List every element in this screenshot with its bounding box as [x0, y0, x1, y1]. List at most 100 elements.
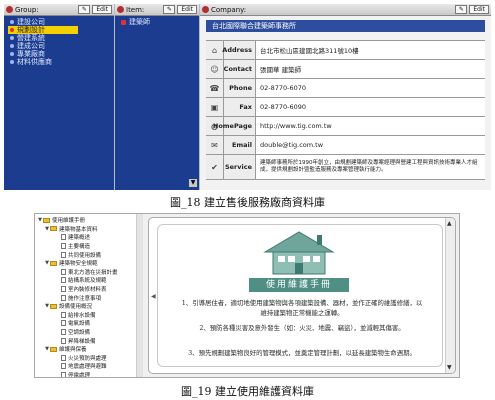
manual-tree: ▼ 使用維護手冊 ▼ 建築物基本資料 建築概述主要構造 共同使用設備 ▼ 建築物安全規範 東北方…: [35, 214, 143, 377]
tree-node[interactable]: ▼ 設備使用概況: [37, 302, 142, 311]
tree-node-label: 室內裝修材料表: [68, 287, 107, 294]
company-field-row: ⌂ Address 台北市松山區建國北路311號10樓: [206, 41, 485, 60]
group-list-item[interactable]: 規劃設計: [8, 26, 78, 34]
company-database-window: Group: ✎ Edit 建設公司 規劃設計 營建系統 建成公司 專業廠商 材料供應商 …: [4, 4, 491, 190]
document-icon: [61, 286, 66, 293]
document-icon: [61, 268, 66, 275]
group-list-item-label: 建成公司: [17, 42, 45, 50]
tree-node-label: 建築物安全規範: [59, 261, 98, 268]
tree-node[interactable]: 結構系統及規範: [37, 276, 142, 285]
folder-icon: [50, 346, 57, 352]
bullet-icon: [10, 60, 14, 64]
field-label: Contact: [224, 60, 256, 78]
item-list: 建築師: [115, 16, 199, 26]
tree-node[interactable]: 建築概述: [37, 233, 142, 242]
field-value[interactable]: 02-8770-6090: [256, 98, 485, 116]
document-icon: [61, 251, 66, 258]
tree-node[interactable]: ▼ 維護與保養: [37, 345, 142, 354]
field-value[interactable]: double@tig.com.tw: [256, 136, 485, 154]
tree-node-label: 東北方潛在災損計畫: [68, 269, 118, 276]
tree-node[interactable]: 共同使用設備: [37, 250, 142, 259]
item-list-item[interactable]: 建築師: [121, 18, 199, 26]
tree-node[interactable]: 室內裝修材料表: [37, 285, 142, 294]
document-icon: [61, 277, 66, 284]
manual-paragraph-1: 1、引導居住者，適切地使用建築物與各項建築設備、器材，並作正確的維護修繕，以維持…: [181, 299, 423, 317]
item-pane: Item: ✎ Edit 建築師 ▼: [115, 4, 199, 190]
field-value[interactable]: 台北市松山區建國北路311號10樓: [256, 41, 485, 59]
tree-node[interactable]: 地震處理與避難: [37, 362, 142, 371]
field-label: HomePage: [213, 117, 256, 135]
group-list-item-label: 材料供應商: [17, 58, 52, 66]
tree-node-label: 昇降梯設備: [68, 338, 96, 345]
scroll-down-arrow-icon[interactable]: ▼: [447, 364, 452, 371]
tree-node[interactable]: 給排水設備: [37, 311, 142, 320]
group-list-item[interactable]: 專業廠商: [10, 50, 114, 58]
bullet-icon: [10, 28, 14, 32]
document-icon: [61, 234, 66, 241]
group-list-item[interactable]: 建成公司: [10, 42, 114, 50]
document-icon: [61, 363, 66, 370]
field-label: Fax: [224, 98, 256, 116]
manual-paragraph-2: 2、預防各種災害及意外發生（如：火災、地震、竊盜），並減輕其傷害。: [199, 324, 405, 332]
scroll-down-arrow-icon[interactable]: ▼: [189, 179, 197, 187]
handbook-title: 使用維護手冊: [249, 278, 349, 292]
tree-node[interactable]: 主要構造: [37, 242, 142, 251]
group-header-label: Group:: [15, 5, 39, 14]
company-edit-button[interactable]: Edit: [469, 5, 489, 14]
tree-node-label: 主要構造: [68, 244, 91, 251]
tree-node-label: 結構系統及規範: [68, 278, 107, 285]
app-icon: [6, 6, 13, 13]
group-edit-button[interactable]: Edit: [92, 5, 112, 14]
manual-paragraph-3: 3、預先規劃建築物良好的管理模式，並奠定管理計劃，以延長建築物生命週期。: [188, 349, 416, 357]
field-value[interactable]: 張國華 建築師: [256, 60, 485, 78]
bullet-icon: [10, 20, 14, 24]
house-icon: ⌂: [206, 41, 224, 59]
tree-node[interactable]: 東北方潛在災損計畫: [37, 268, 142, 277]
tree-scrollbar[interactable]: [136, 214, 143, 377]
collapse-arrow-icon[interactable]: ◀: [151, 293, 156, 300]
document-icon: [61, 294, 66, 301]
tree-node[interactable]: ▼ 建築物基本資料: [37, 225, 142, 234]
tree-node[interactable]: 火災預防與處理: [37, 354, 142, 363]
company-pane-header: Company: ✎ Edit: [200, 4, 491, 16]
tree-node[interactable]: 電氣設備: [37, 319, 142, 328]
field-value[interactable]: 02-8770-6070: [256, 79, 485, 97]
tree-node-label: 火災預防與處理: [68, 355, 107, 362]
content-scrollbar[interactable]: ▲ ▼: [445, 218, 455, 373]
group-list-item[interactable]: 材料供應商: [10, 58, 114, 66]
group-list-item[interactable]: 建設公司: [10, 18, 114, 26]
tree-node-label: 給排水設備: [68, 312, 96, 319]
pencil-icon[interactable]: ✎: [455, 5, 468, 14]
group-list-item[interactable]: 營建系統: [10, 34, 114, 42]
tree-node[interactable]: ▼ 使用維護手冊: [37, 216, 142, 225]
field-value[interactable]: 建築師事務所於1990年創立，由規劃建築師及專案經理與營建工程與資訊技術專業人才…: [256, 155, 485, 179]
company-field-row: ✔ Service 建築師事務所於1990年創立，由規劃建築師及專案經理與營建工程與…: [206, 155, 485, 180]
pencil-icon[interactable]: ✎: [163, 5, 176, 14]
tree-node-label: 空調設備: [68, 330, 91, 337]
item-edit-button[interactable]: Edit: [177, 5, 197, 14]
document-icon: [61, 320, 66, 327]
group-list-item-label: 營建系統: [17, 34, 45, 42]
pencil-icon[interactable]: ✎: [78, 5, 91, 14]
folder-icon: [43, 217, 50, 223]
group-list: 建設公司 規劃設計 營建系統 建成公司 專業廠商 材料供應商: [4, 16, 114, 66]
tree-node[interactable]: 昇降梯設備: [37, 336, 142, 345]
scroll-up-arrow-icon[interactable]: ▲: [447, 220, 452, 227]
document-icon: [61, 337, 66, 344]
tree-node[interactable]: 停電處理: [37, 371, 142, 377]
tree-node-label: 建築概述: [68, 235, 91, 242]
tree-node[interactable]: ▼ 建築物安全規範: [37, 259, 142, 268]
group-pane: Group: ✎ Edit 建設公司 規劃設計 營建系統 建成公司 專業廠商 材料供應商: [4, 4, 114, 190]
company-header-label: Company:: [211, 5, 247, 14]
tree-node[interactable]: 施作注意事項: [37, 293, 142, 302]
folder-icon: [50, 303, 57, 309]
field-value[interactable]: http://www.tig.com.tw: [256, 117, 485, 135]
tree-node[interactable]: 空調設備: [37, 328, 142, 337]
company-field-row: ☺ Contact 張國華 建築師: [206, 60, 485, 79]
item-list-item-label: 建築師: [129, 18, 150, 26]
field-label: Phone: [224, 79, 256, 97]
group-list-item-label: 建設公司: [17, 18, 45, 26]
company-field-row: ✉ Email double@tig.com.tw: [206, 136, 485, 155]
bullet-icon: [10, 36, 14, 40]
tree-node-label: 設備使用概況: [59, 304, 93, 311]
